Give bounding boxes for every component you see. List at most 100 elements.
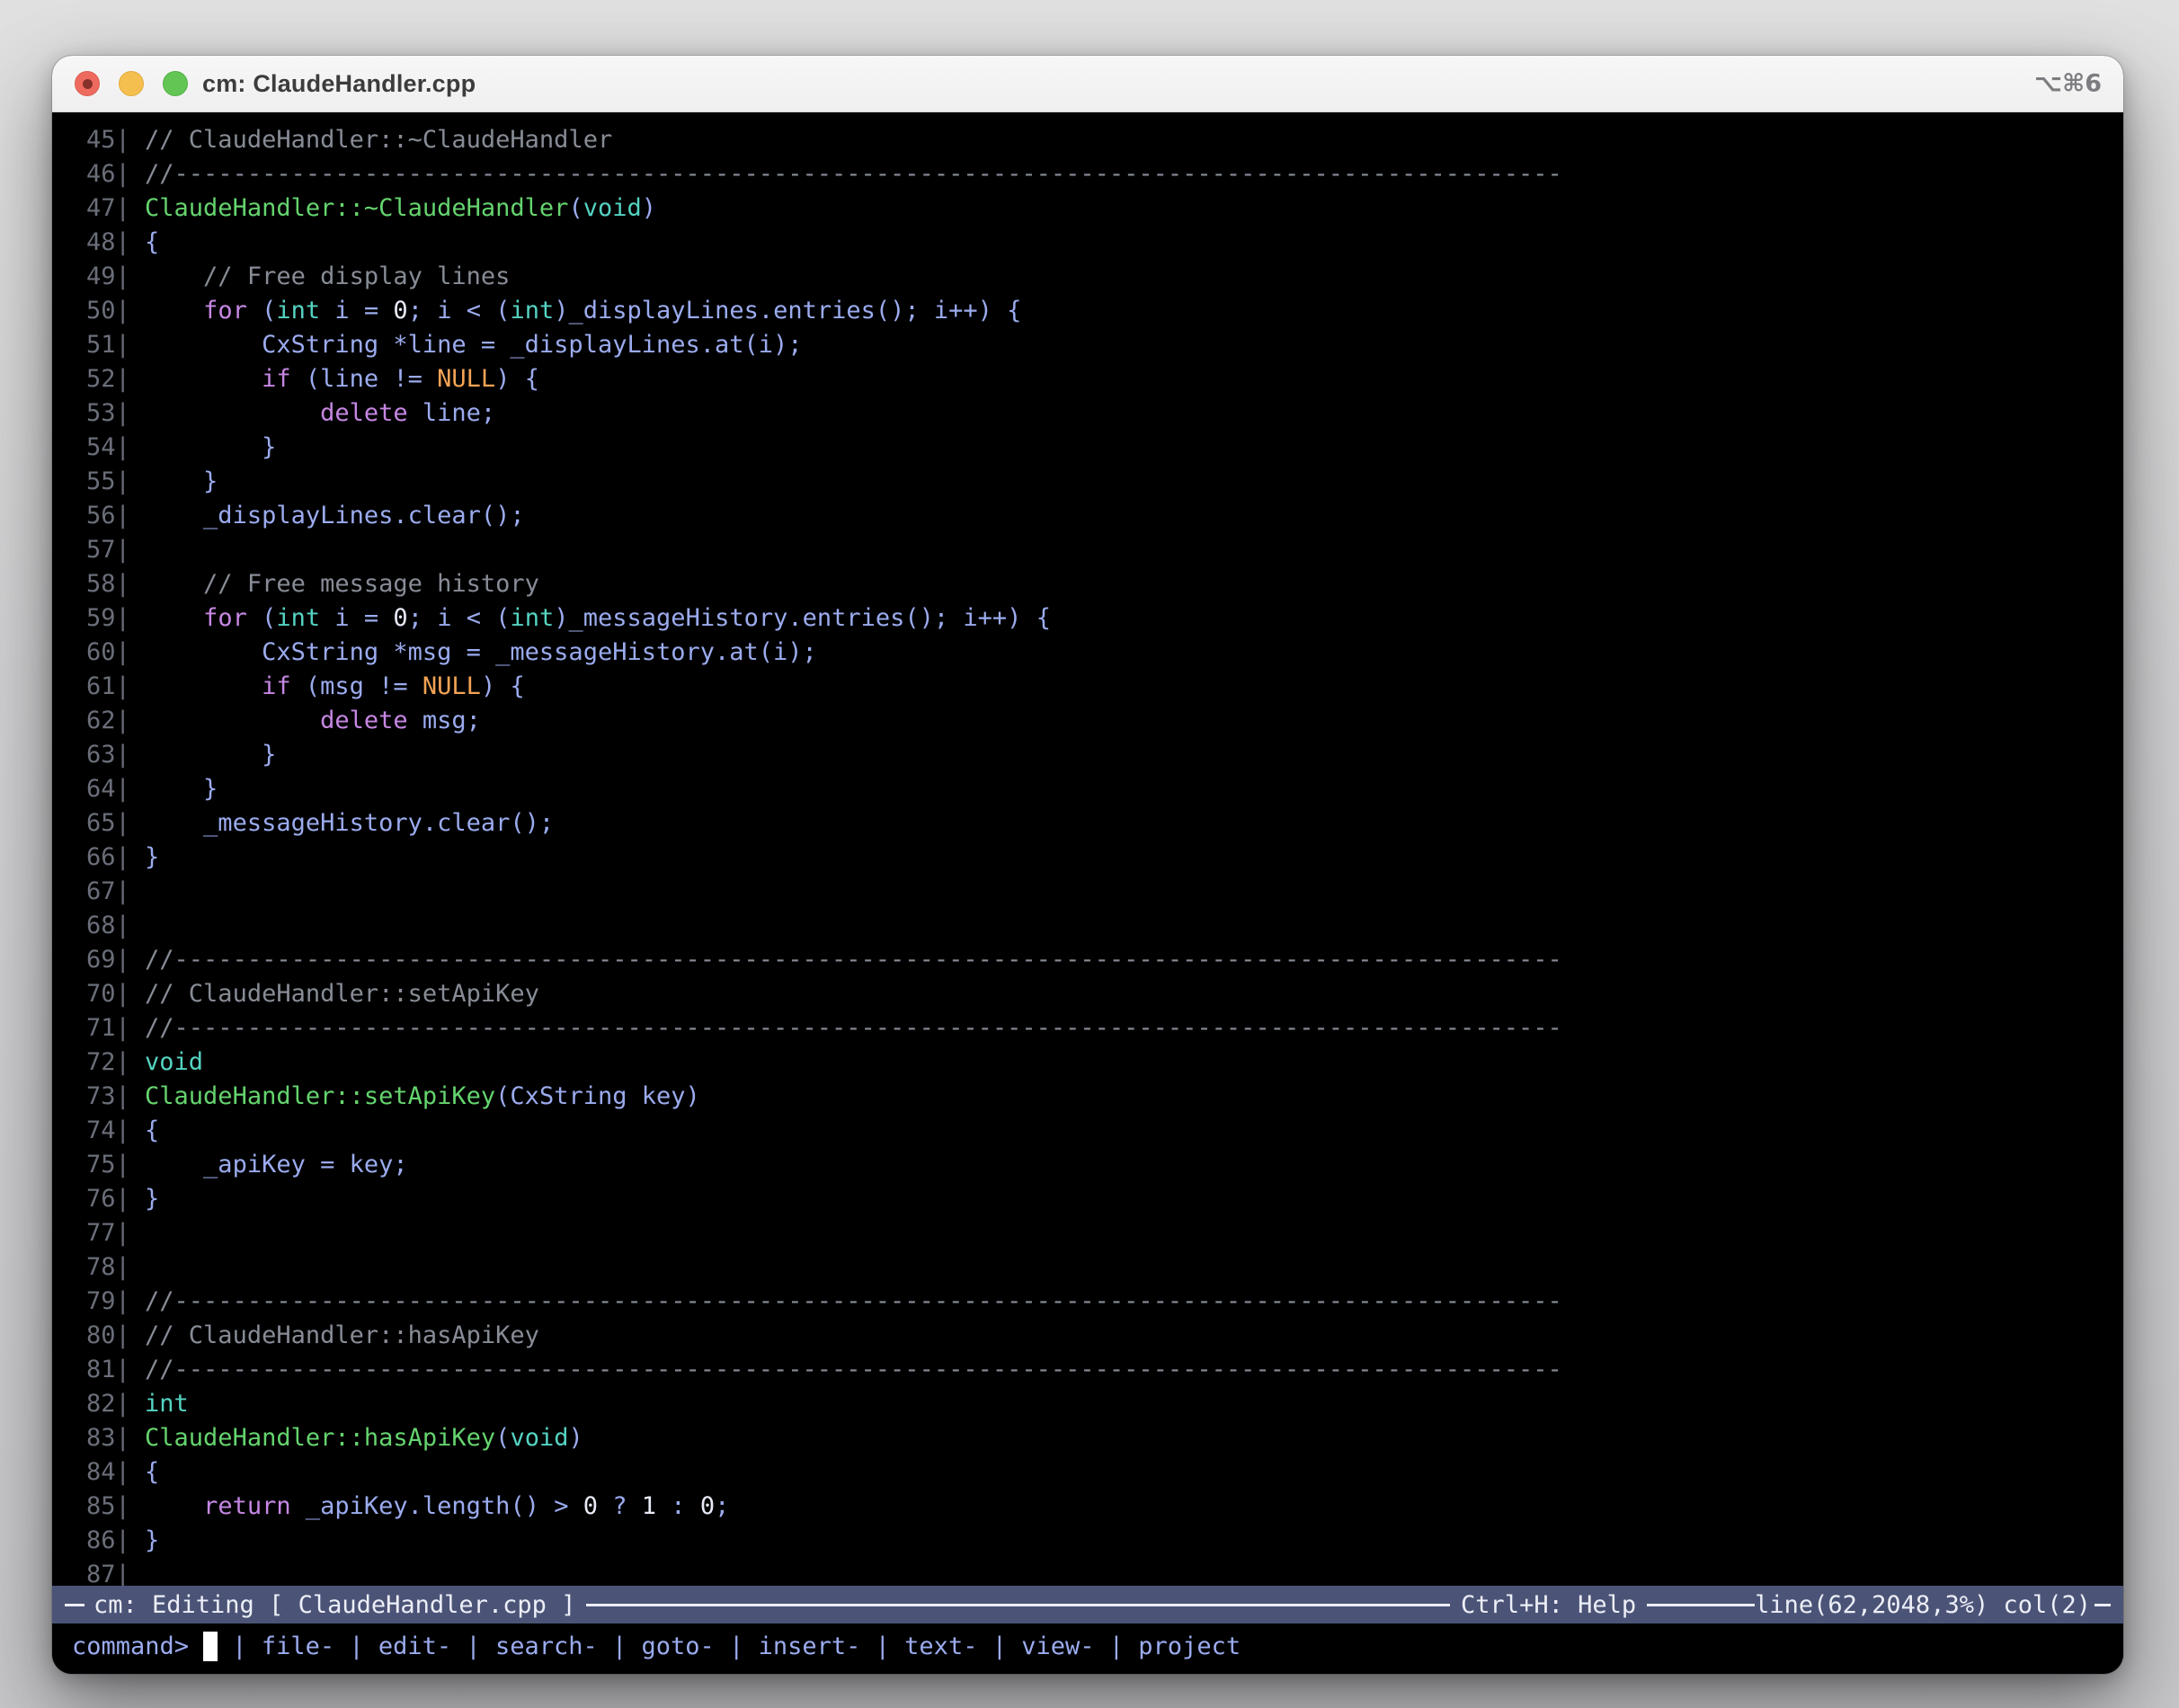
code-text: //--------------------------------------… <box>145 946 1562 974</box>
code-text: } <box>145 843 159 871</box>
code-line: 81| //----------------------------------… <box>86 1353 2123 1387</box>
title-bar: cm: ClaudeHandler.cpp ⌥⌘6 <box>52 56 2123 112</box>
code-line: 77| <box>86 1216 2123 1250</box>
line-number: 86| <box>86 1526 145 1554</box>
editor-area[interactable]: 45| // ClaudeHandler::~ClaudeHandler46| … <box>52 112 2123 1586</box>
code-line: 59| for (int i = 0; i < (int)_messageHis… <box>86 601 2123 636</box>
menu-item-goto[interactable]: goto- <box>642 1632 715 1660</box>
line-number: 68| <box>86 912 145 939</box>
code-line: 57| <box>86 533 2123 567</box>
line-number: 85| <box>86 1492 145 1520</box>
code-line: 47| ClaudeHandler::~ClaudeHandler(void) <box>86 191 2123 226</box>
line-number: 49| <box>86 262 145 290</box>
line-number: 65| <box>86 809 145 837</box>
code-text: } <box>145 741 276 769</box>
menu-item-text[interactable]: text- <box>904 1632 977 1660</box>
code-line: 68| <box>86 909 2123 943</box>
statusbar-rule <box>1647 1604 1755 1606</box>
code-line: 76| } <box>86 1182 2123 1216</box>
line-number: 45| <box>86 126 145 154</box>
code-text: ClaudeHandler::hasApiKey(void) <box>145 1424 583 1452</box>
line-number: 58| <box>86 570 145 598</box>
command-bar[interactable]: command> | file- | edit- | search- | got… <box>52 1623 2123 1674</box>
line-number: 64| <box>86 775 145 803</box>
menu-item-view[interactable]: view- <box>1021 1632 1094 1660</box>
code-line: 83| ClaudeHandler::hasApiKey(void) <box>86 1421 2123 1455</box>
window-title: cm: ClaudeHandler.cpp <box>202 70 476 98</box>
code-line: 49| // Free display lines <box>86 260 2123 294</box>
statusbar-rule <box>2095 1604 2111 1606</box>
menu-separator: | <box>334 1632 378 1660</box>
code-text: { <box>145 1458 159 1486</box>
code-line: 65| _messageHistory.clear(); <box>86 806 2123 841</box>
line-number: 46| <box>86 160 145 188</box>
code-line: 66| } <box>86 841 2123 875</box>
code-line: 53| delete line; <box>86 396 2123 431</box>
code-text: //--------------------------------------… <box>145 1356 1562 1383</box>
minimize-button[interactable] <box>119 71 144 96</box>
code-text: } <box>145 775 218 803</box>
code-text: for (int i = 0; i < (int)_displayLines.e… <box>145 297 1021 325</box>
code-text: { <box>145 1116 159 1144</box>
line-number: 81| <box>86 1356 145 1383</box>
menu-item-search[interactable]: search- <box>495 1632 598 1660</box>
code-text: if (msg != NULL) { <box>145 672 525 700</box>
line-number: 87| <box>86 1561 145 1586</box>
line-number: 60| <box>86 638 145 666</box>
code-line: 85| return _apiKey.length() > 0 ? 1 : 0; <box>86 1490 2123 1524</box>
code-text: for (int i = 0; i < (int)_messageHistory… <box>145 604 1051 632</box>
menu-item-edit[interactable]: edit- <box>378 1632 451 1660</box>
code-text: CxString *line = _displayLines.at(i); <box>145 331 803 359</box>
code-text: //--------------------------------------… <box>145 1287 1562 1315</box>
line-number: 52| <box>86 365 145 393</box>
menu-item-project[interactable]: project <box>1138 1632 1241 1660</box>
code-text: // Free display lines <box>145 262 510 290</box>
status-cursor-position: line(62,2048,3%) col(2) <box>1755 1591 2091 1619</box>
line-number: 63| <box>86 741 145 769</box>
menu-separator: | <box>1095 1632 1139 1660</box>
code-line: 86| } <box>86 1524 2123 1558</box>
line-number: 54| <box>86 433 145 461</box>
code-line: 75| _apiKey = key; <box>86 1148 2123 1182</box>
code-text: void <box>145 1048 203 1076</box>
menu-separator: | <box>598 1632 642 1660</box>
code-text: } <box>145 467 218 495</box>
code-line: 52| if (line != NULL) { <box>86 362 2123 396</box>
line-number: 84| <box>86 1458 145 1486</box>
line-number: 66| <box>86 843 145 871</box>
code-line: 78| <box>86 1250 2123 1285</box>
line-number: 56| <box>86 502 145 529</box>
line-number: 50| <box>86 297 145 325</box>
line-number: 83| <box>86 1424 145 1452</box>
code-text: // Free message history <box>145 570 539 598</box>
statusbar-rule <box>586 1604 1450 1606</box>
code-line: 61| if (msg != NULL) { <box>86 670 2123 704</box>
menu-item-file[interactable]: file- <box>262 1632 334 1660</box>
code-line: 64| } <box>86 772 2123 806</box>
code-text: // ClaudeHandler::setApiKey <box>145 980 539 1008</box>
menu-item-insert[interactable]: insert- <box>759 1632 861 1660</box>
code-line: 67| <box>86 875 2123 909</box>
desktop: { "window": { "title": "cm: ClaudeHandle… <box>0 0 2179 1708</box>
code-line: 71| //----------------------------------… <box>86 1011 2123 1045</box>
close-button[interactable] <box>75 71 100 96</box>
code-text: //--------------------------------------… <box>145 1014 1562 1042</box>
code-text: delete msg; <box>145 707 481 734</box>
code-text: //--------------------------------------… <box>145 160 1562 188</box>
line-number: 51| <box>86 331 145 359</box>
code-text: delete line; <box>145 399 495 427</box>
code-line: 54| } <box>86 431 2123 465</box>
code-line: 80| // ClaudeHandler::hasApiKey <box>86 1319 2123 1353</box>
code-line: 56| _displayLines.clear(); <box>86 499 2123 533</box>
status-editing-label: cm: Editing [ ClaudeHandler.cpp ] <box>93 1591 575 1619</box>
line-number: 78| <box>86 1253 145 1281</box>
code-line: 50| for (int i = 0; i < (int)_displayLin… <box>86 294 2123 328</box>
line-number: 74| <box>86 1116 145 1144</box>
menu-separator: | <box>977 1632 1021 1660</box>
code-line: 84| { <box>86 1455 2123 1490</box>
code-text: _displayLines.clear(); <box>145 502 525 529</box>
menu-separator: | <box>860 1632 904 1660</box>
zoom-button[interactable] <box>163 71 188 96</box>
code-line: 46| //----------------------------------… <box>86 157 2123 191</box>
code-text: _apiKey = key; <box>145 1151 408 1179</box>
